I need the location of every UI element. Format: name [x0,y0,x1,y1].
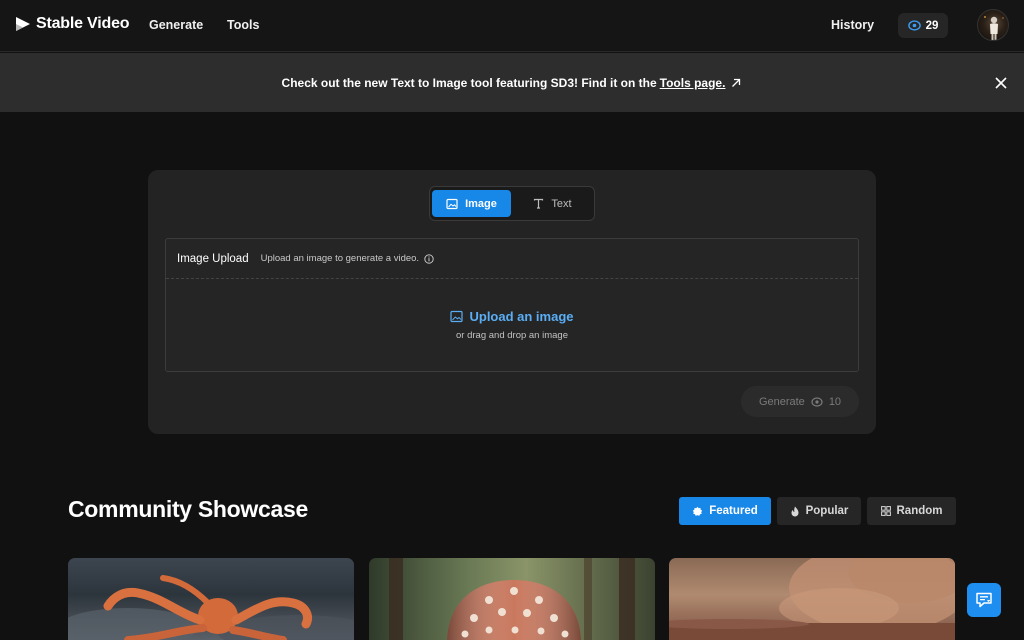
upload-dropzone[interactable]: Upload an image or drag and drop an imag… [166,279,858,371]
logo-icon [16,17,30,31]
credits-icon [811,396,823,407]
filter-popular-label: Popular [805,505,849,517]
logo[interactable]: Stable Video [15,15,130,33]
dust-thumbnail [669,558,955,640]
info-icon[interactable] [424,253,434,264]
filter-featured-label: Featured [709,505,758,517]
filter-popular-button[interactable]: Popular [777,497,861,525]
tab-image[interactable]: Image [432,190,511,217]
banner-tools-link[interactable]: Tools page. [660,76,726,90]
nav-link-history[interactable]: History [831,18,874,32]
external-arrow-icon [732,78,741,87]
filter-featured-button[interactable]: Featured [679,497,771,525]
upload-hint: Upload an image to generate a video. [260,253,420,264]
showcase-title: Community Showcase [68,496,308,522]
feedback-chat-button[interactable] [967,583,1001,617]
filter-random-button[interactable]: Random [867,497,956,525]
logo-text: Stable Video [36,15,130,32]
text-icon [534,198,544,209]
flame-icon [791,506,799,516]
generate-cost: 10 [828,395,842,408]
image-upload-box: Image Upload Upload an image to generate… [165,238,859,372]
nav-link-tools[interactable]: Tools [227,18,259,32]
tab-image-label: Image [465,197,497,210]
showcase-card-mushroom[interactable] [369,558,655,640]
generate-label: Generate [758,395,805,408]
upload-subtext: or drag and drop an image [456,330,568,341]
generator-panel: Image Text Image Upload Upload an image … [148,170,876,434]
credits-chip[interactable]: 29 [898,13,948,38]
tab-text-label: Text [551,197,572,210]
banner-text: Check out the new Text to Image tool fea… [281,75,657,90]
upload-image-link[interactable]: Upload an image [450,309,574,324]
upload-image-icon [450,310,464,323]
close-icon[interactable] [993,75,1009,91]
upload-title: Image Upload [177,252,249,265]
showcase-card-dust[interactable] [669,558,955,640]
badge-icon [693,506,703,516]
chat-icon [976,592,992,608]
announcement-banner: Check out the new Text to Image tool fea… [0,53,1024,112]
grid-icon [880,506,891,516]
avatar[interactable] [977,9,1009,41]
tab-text[interactable]: Text [513,190,592,217]
image-icon [446,198,458,209]
credits-icon [907,20,921,31]
filter-random-label: Random [896,505,943,517]
generate-button[interactable]: Generate 10 [741,386,859,417]
nav-link-generate[interactable]: Generate [149,18,203,32]
top-navbar: Stable Video Generate Tools History 29 [0,0,1024,52]
showcase-card-octopus[interactable] [68,558,354,640]
mushroom-thumbnail [389,558,635,640]
avatar-figure [984,16,1004,40]
mode-switch: Image Text [429,186,595,221]
upload-link-label: Upload an image [469,309,574,324]
upload-header: Image Upload Upload an image to generate… [166,239,858,279]
octopus-thumbnail [68,575,354,640]
credits-count: 29 [925,19,939,32]
